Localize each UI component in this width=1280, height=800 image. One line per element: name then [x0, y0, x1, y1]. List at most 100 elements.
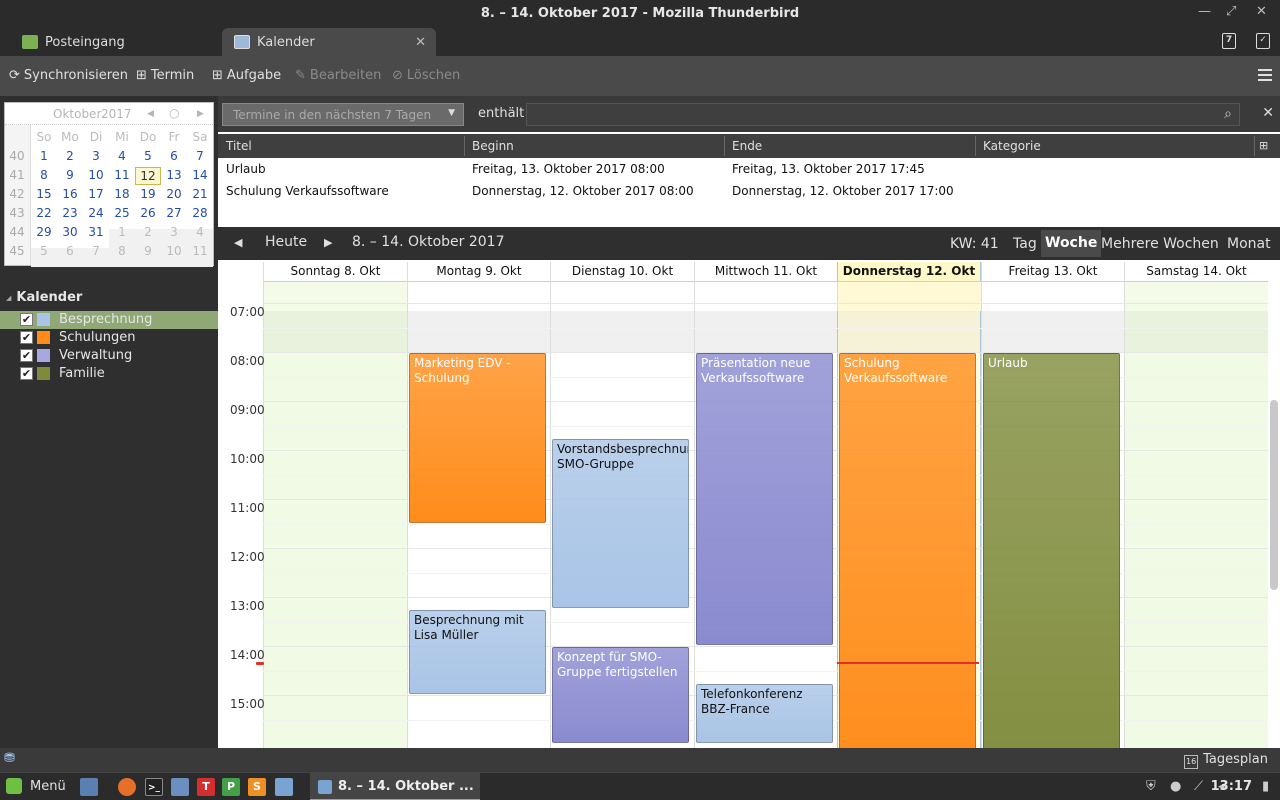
- mini-calendar-day[interactable]: 30: [57, 225, 83, 239]
- calendar-event[interactable]: Marketing EDV - Schulung: [409, 353, 546, 523]
- year-label[interactable]: 2017: [101, 107, 132, 121]
- event-list-row[interactable]: Urlaub Freitag, 13. Oktober 2017 08:00 F…: [218, 158, 1280, 180]
- all-day-cell[interactable]: [407, 282, 550, 311]
- event-filter-select[interactable]: Termine in den nächsten 7 Tagen ▼: [222, 103, 464, 126]
- next-month-icon[interactable]: ▶: [197, 109, 204, 119]
- mini-calendar-day[interactable]: 11: [187, 244, 213, 258]
- new-task-button[interactable]: ⊞ Aufgabe: [212, 68, 281, 83]
- tasks-icon[interactable]: ✓: [1256, 33, 1270, 49]
- calendar-7-icon[interactable]: 7: [1222, 33, 1236, 49]
- all-day-cell[interactable]: [263, 282, 407, 311]
- mini-calendar-day[interactable]: 29: [31, 225, 57, 239]
- mini-calendar-day[interactable]: 17: [83, 187, 109, 201]
- mini-calendar-day[interactable]: 6: [161, 149, 187, 163]
- calendar-event[interactable]: Besprechnung mit Lisa Müller: [409, 610, 546, 694]
- week-number[interactable]: 40: [7, 149, 27, 163]
- shield-icon[interactable]: ⛨: [1146, 779, 1156, 794]
- show-desktop-icon[interactable]: [80, 778, 98, 796]
- mini-calendar-day[interactable]: 10: [161, 244, 187, 258]
- mini-calendar-day[interactable]: 5: [135, 149, 161, 163]
- column-picker-icon[interactable]: ⊞: [1259, 139, 1268, 152]
- calendar-event[interactable]: Urlaub: [983, 353, 1120, 748]
- menu-icon[interactable]: [1258, 69, 1272, 84]
- event-list-row[interactable]: Schulung Verkaufssoftware Donnerstag, 12…: [218, 180, 1280, 202]
- mini-calendar-day[interactable]: 1: [31, 149, 57, 163]
- new-event-button[interactable]: ⊞ Termin: [136, 68, 194, 83]
- all-day-cell[interactable]: [694, 282, 837, 311]
- activity-icon[interactable]: ⛃: [4, 751, 15, 766]
- mini-calendar-day[interactable]: 25: [109, 206, 135, 220]
- mini-calendar-day[interactable]: 9: [57, 168, 83, 182]
- mini-calendar-day[interactable]: 26: [135, 206, 161, 220]
- calendar-event[interactable]: Schulung Verkaufssoftware: [839, 353, 976, 748]
- close-icon[interactable]: ✕: [1256, 4, 1267, 19]
- today-button[interactable]: Heute: [265, 234, 307, 250]
- calendar-item[interactable]: ✔ Verwaltung: [0, 347, 218, 365]
- day-header[interactable]: Freitag 13. Okt: [981, 262, 1124, 282]
- mini-calendar-day[interactable]: 22: [31, 206, 57, 220]
- column-title[interactable]: Titel: [226, 139, 252, 153]
- all-day-cell[interactable]: [981, 282, 1124, 311]
- mini-calendar-day[interactable]: 11: [109, 168, 135, 182]
- view-month-tab[interactable]: Monat: [1227, 236, 1271, 252]
- maximize-icon[interactable]: ⤢: [1226, 4, 1236, 19]
- mini-calendar-day[interactable]: 10: [83, 168, 109, 182]
- scrollbar[interactable]: [1270, 400, 1278, 590]
- mini-calendar-day[interactable]: 23: [57, 206, 83, 220]
- view-multiweek-tab[interactable]: Mehrere Wochen: [1101, 236, 1219, 252]
- edit-button[interactable]: ✎ Bearbeiten: [295, 68, 381, 83]
- mini-calendar-day[interactable]: 21: [187, 187, 213, 201]
- tab-inbox[interactable]: Posteingang: [22, 28, 125, 56]
- mini-calendar-day[interactable]: 14: [187, 168, 213, 182]
- sync-button[interactable]: ⟳ Synchronisieren: [9, 68, 128, 83]
- today-circle-icon[interactable]: ○: [169, 106, 179, 120]
- mini-calendar-day[interactable]: 24: [83, 206, 109, 220]
- mini-calendar-day[interactable]: 2: [135, 225, 161, 239]
- search-icon[interactable]: ⌕: [1224, 106, 1232, 122]
- day-header[interactable]: Dienstag 10. Okt: [550, 262, 694, 282]
- calendar-event[interactable]: Vorstandsbesprechnung SMO-Gruppe: [552, 438, 689, 609]
- calendar-checkbox[interactable]: ✔: [20, 349, 33, 362]
- previous-week-icon[interactable]: ◀: [234, 236, 242, 249]
- mini-calendar-day[interactable]: 7: [83, 244, 109, 258]
- calendar-checkbox[interactable]: ✔: [20, 367, 33, 380]
- mini-calendar-day[interactable]: 12: [135, 167, 161, 185]
- mini-calendar-day[interactable]: 15: [31, 187, 57, 201]
- week-number[interactable]: 45: [7, 244, 27, 258]
- mini-calendar-day[interactable]: 27: [161, 206, 187, 220]
- prev-month-icon[interactable]: ◀: [147, 109, 154, 119]
- week-number[interactable]: 42: [7, 187, 27, 201]
- terminal-icon[interactable]: >_: [145, 778, 163, 796]
- mini-calendar-day[interactable]: 8: [31, 168, 57, 182]
- mini-calendar-day[interactable]: 1: [109, 225, 135, 239]
- view-day-tab[interactable]: Tag: [1013, 236, 1037, 252]
- presentation-icon[interactable]: P: [222, 778, 240, 796]
- month-label[interactable]: Oktober: [53, 107, 101, 121]
- minimize-icon[interactable]: —: [1198, 4, 1211, 19]
- day-header[interactable]: Donnerstag 12. Okt: [837, 262, 981, 282]
- start-menu-button[interactable]: Menü: [6, 778, 66, 794]
- folder-icon[interactable]: [171, 778, 189, 796]
- mini-calendar-day[interactable]: 5: [31, 244, 57, 258]
- today-pane-toggle[interactable]: 16 Tagesplan: [1184, 752, 1268, 769]
- column-start[interactable]: Beginn: [472, 139, 514, 153]
- week-number[interactable]: 43: [7, 206, 27, 220]
- mini-calendar-day[interactable]: 16: [57, 187, 83, 201]
- mini-calendar-day[interactable]: 3: [161, 225, 187, 239]
- all-day-cell[interactable]: [1124, 282, 1268, 311]
- day-header[interactable]: Mittwoch 11. Okt: [694, 262, 837, 282]
- delete-button[interactable]: ⊘ Löschen: [392, 68, 460, 83]
- calendar-item[interactable]: ✔ Familie: [0, 365, 218, 383]
- next-week-icon[interactable]: ▶: [324, 236, 332, 249]
- close-search-icon[interactable]: ✕: [1262, 105, 1274, 121]
- mini-calendar-day[interactable]: 19: [135, 187, 161, 201]
- all-day-cell[interactable]: [837, 282, 981, 311]
- calendar-item[interactable]: ✔ Besprechnung: [0, 311, 218, 329]
- mini-calendar-day[interactable]: 18: [109, 187, 135, 201]
- firefox-icon[interactable]: [118, 778, 136, 796]
- day-header[interactable]: Montag 9. Okt: [407, 262, 550, 282]
- text-editor-icon[interactable]: T: [197, 778, 215, 796]
- calendar-list-heading[interactable]: Kalender: [6, 290, 82, 305]
- view-week-tab[interactable]: Woche: [1041, 230, 1102, 257]
- mini-calendar-day[interactable]: 6: [57, 244, 83, 258]
